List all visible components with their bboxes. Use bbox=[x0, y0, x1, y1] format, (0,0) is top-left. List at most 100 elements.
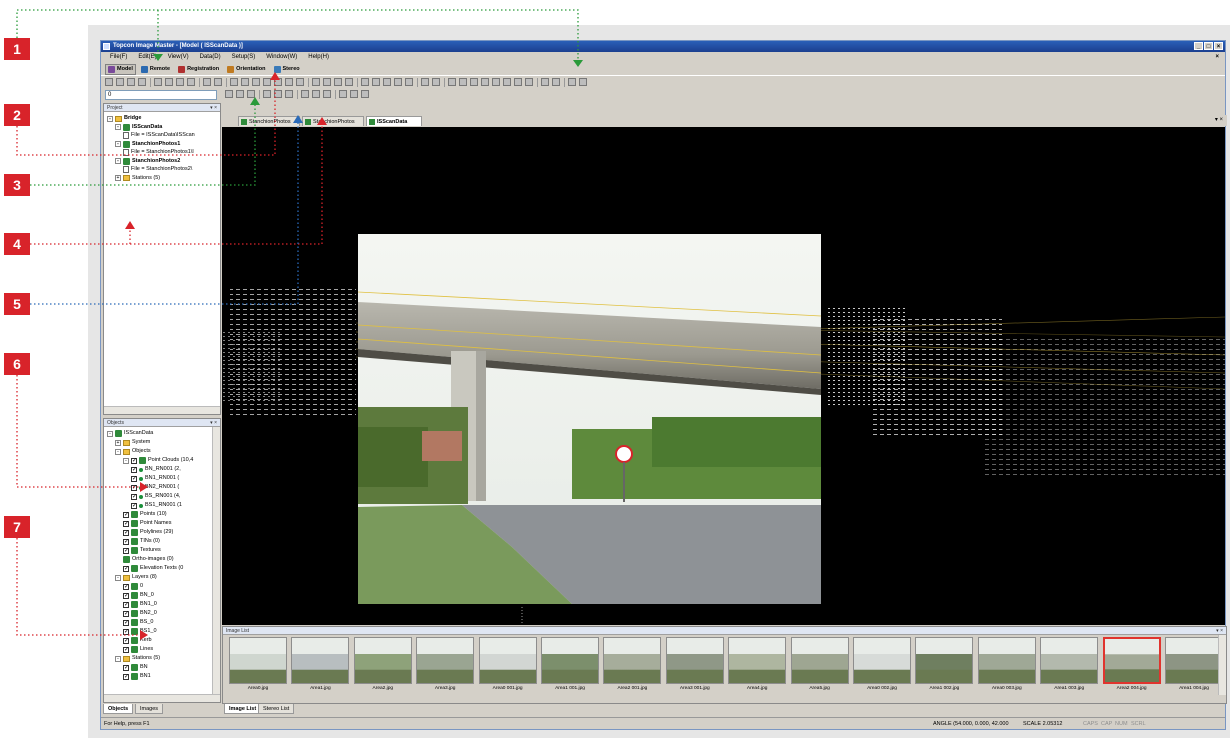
toolbar-tool-icon[interactable] bbox=[138, 78, 146, 86]
toolbar-tool-icon[interactable] bbox=[492, 78, 500, 86]
expand-icon[interactable]: + bbox=[115, 439, 121, 446]
toolbar-tool-icon[interactable] bbox=[541, 78, 549, 86]
toolbar-tool-icon[interactable] bbox=[421, 78, 429, 86]
project-horizontal-scrollbar[interactable] bbox=[104, 406, 220, 414]
visibility-checkbox[interactable]: ✓ bbox=[123, 601, 129, 608]
toolbar-tool-icon[interactable] bbox=[105, 78, 113, 86]
objects-tree-item[interactable]: ✓ BN bbox=[123, 663, 148, 672]
objects-tree-item[interactable]: ✓ BN1_RN001 ( bbox=[131, 474, 179, 483]
objects-tree-item[interactable]: - ✓ Point Clouds (10,4 bbox=[123, 456, 193, 465]
mode-stereo-button[interactable]: Stereo bbox=[271, 64, 303, 75]
image-thumbnail[interactable] bbox=[728, 637, 787, 684]
toolbar-tool-icon[interactable] bbox=[274, 78, 282, 86]
image-thumbnail[interactable] bbox=[416, 637, 475, 684]
toolbar-tool-icon[interactable] bbox=[525, 78, 533, 86]
objects-tree-item[interactable]: ✓ BS_0 bbox=[123, 618, 153, 627]
toolbar-tool-icon[interactable] bbox=[383, 78, 391, 86]
image-thumbnail[interactable] bbox=[353, 637, 412, 684]
close-window-button[interactable]: × bbox=[1214, 42, 1223, 50]
toolbar-tool-icon[interactable] bbox=[361, 90, 369, 98]
objects-tree-item[interactable]: ✓ BN1_0 bbox=[123, 600, 157, 609]
menu-window[interactable]: Window(W) bbox=[266, 52, 297, 63]
collapse-icon[interactable]: - bbox=[115, 158, 121, 164]
visibility-checkbox[interactable]: ✓ bbox=[123, 673, 129, 680]
toolbar-tool-icon[interactable] bbox=[176, 78, 184, 86]
tab-isscandata[interactable]: ISScanData bbox=[366, 116, 422, 126]
toolbar-tool-icon[interactable] bbox=[187, 78, 195, 86]
collapse-icon[interactable]: - bbox=[123, 457, 129, 464]
toolbar-tool-icon[interactable] bbox=[448, 78, 456, 86]
toolbar-tool-icon[interactable] bbox=[230, 78, 238, 86]
objects-tree-item[interactable]: - ISScanData bbox=[107, 429, 153, 438]
objects-tree-item[interactable]: ✓ BN2_0 bbox=[123, 609, 157, 618]
toolbar-tool-icon[interactable] bbox=[552, 78, 560, 86]
collapse-icon[interactable]: - bbox=[107, 115, 113, 122]
mode-remote-button[interactable]: Remote bbox=[138, 64, 173, 75]
objects-vertical-scrollbar[interactable] bbox=[212, 427, 220, 694]
toolbar-tool-icon[interactable] bbox=[339, 90, 347, 98]
objects-tree-item[interactable]: ✓ Polylines (29) bbox=[123, 528, 173, 537]
objects-tree-item[interactable]: - Stations (5) bbox=[115, 654, 160, 663]
toolbar-tool-icon[interactable] bbox=[312, 78, 320, 86]
objects-tree-item[interactable]: ✓ BN_0 bbox=[123, 591, 154, 600]
image-thumbnail[interactable] bbox=[1040, 637, 1099, 684]
toolbar-tool-icon[interactable] bbox=[459, 78, 467, 86]
tab-objects[interactable]: Objects bbox=[103, 704, 134, 714]
visibility-checkbox[interactable]: ✓ bbox=[123, 511, 129, 518]
toolbar-tool-icon[interactable] bbox=[514, 78, 522, 86]
image-thumbnail[interactable] bbox=[977, 637, 1036, 684]
visibility-checkbox[interactable]: ✓ bbox=[131, 475, 137, 482]
layer-select[interactable]: 0 bbox=[105, 90, 217, 100]
objects-tree-item[interactable]: ✓ Textures bbox=[123, 546, 161, 555]
objects-tree-item[interactable]: ✓ Elevation Texts (0 bbox=[123, 564, 183, 573]
toolbar-tool-icon[interactable] bbox=[579, 78, 587, 86]
objects-tree-item[interactable]: ✓ Lines bbox=[123, 645, 153, 654]
toolbar-tool-icon[interactable] bbox=[470, 78, 478, 86]
menu-edit[interactable]: Edit(E) bbox=[138, 52, 156, 63]
toolbar-tool-icon[interactable] bbox=[361, 78, 369, 86]
visibility-checkbox[interactable]: ✓ bbox=[123, 610, 129, 617]
mode-orientation-button[interactable]: Orientation bbox=[224, 64, 268, 75]
menu-view[interactable]: View(V) bbox=[168, 52, 189, 63]
toolbar-tool-icon[interactable] bbox=[241, 78, 249, 86]
tab-images[interactable]: Images bbox=[135, 704, 164, 714]
visibility-checkbox[interactable]: ✓ bbox=[123, 637, 129, 644]
objects-tree-item[interactable]: ✓ Kerb bbox=[123, 636, 152, 645]
visibility-checkbox[interactable]: ✓ bbox=[131, 493, 137, 500]
toolbar-tool-icon[interactable] bbox=[296, 78, 304, 86]
objects-tree-item[interactable]: - Objects bbox=[115, 447, 151, 456]
visibility-checkbox[interactable]: ✓ bbox=[123, 628, 129, 635]
project-tree-item[interactable]: + Stations (5) bbox=[115, 174, 160, 183]
image-thumbnail[interactable] bbox=[1165, 637, 1223, 684]
visibility-checkbox[interactable]: ✓ bbox=[131, 484, 137, 491]
menu-help[interactable]: Help(H) bbox=[308, 52, 329, 63]
visibility-checkbox[interactable]: ✓ bbox=[123, 619, 129, 626]
image-thumbnail[interactable] bbox=[665, 637, 724, 684]
expand-icon[interactable]: + bbox=[115, 175, 121, 181]
image-thumbnail[interactable] bbox=[603, 637, 662, 684]
visibility-checkbox[interactable]: ✓ bbox=[123, 538, 129, 545]
image-thumbnail[interactable] bbox=[229, 637, 287, 684]
visibility-checkbox[interactable]: ✓ bbox=[123, 520, 129, 527]
toolbar-tool-icon[interactable] bbox=[301, 90, 309, 98]
menu-data[interactable]: Data(D) bbox=[200, 52, 221, 63]
toolbar-tool-icon[interactable] bbox=[432, 78, 440, 86]
toolbar-tool-icon[interactable] bbox=[252, 78, 260, 86]
objects-tree-item[interactable]: ✓ Points (10) bbox=[123, 510, 167, 519]
toolbar-tool-icon[interactable] bbox=[154, 78, 162, 86]
toolbar-tool-icon[interactable] bbox=[165, 78, 173, 86]
collapse-icon[interactable]: - bbox=[107, 430, 113, 437]
toolbar-tool-icon[interactable] bbox=[323, 90, 331, 98]
objects-tree-item[interactable]: ✓ BS_RN001 (4, bbox=[131, 492, 180, 501]
toolbar-tool-icon[interactable] bbox=[285, 90, 293, 98]
toolbar-tool-icon[interactable] bbox=[323, 78, 331, 86]
image-thumbnail[interactable] bbox=[853, 637, 911, 684]
objects-tree-item[interactable]: ✓ 0 bbox=[123, 582, 143, 591]
visibility-checkbox[interactable]: ✓ bbox=[131, 502, 137, 509]
image-thumbnail[interactable] bbox=[915, 637, 974, 684]
visibility-checkbox[interactable]: ✓ bbox=[131, 466, 137, 473]
minimize-button[interactable]: _ bbox=[1194, 42, 1203, 50]
toolbar-tool-icon[interactable] bbox=[263, 90, 271, 98]
close-document-button[interactable]: × bbox=[1215, 52, 1219, 63]
toolbar-tool-icon[interactable] bbox=[394, 78, 402, 86]
